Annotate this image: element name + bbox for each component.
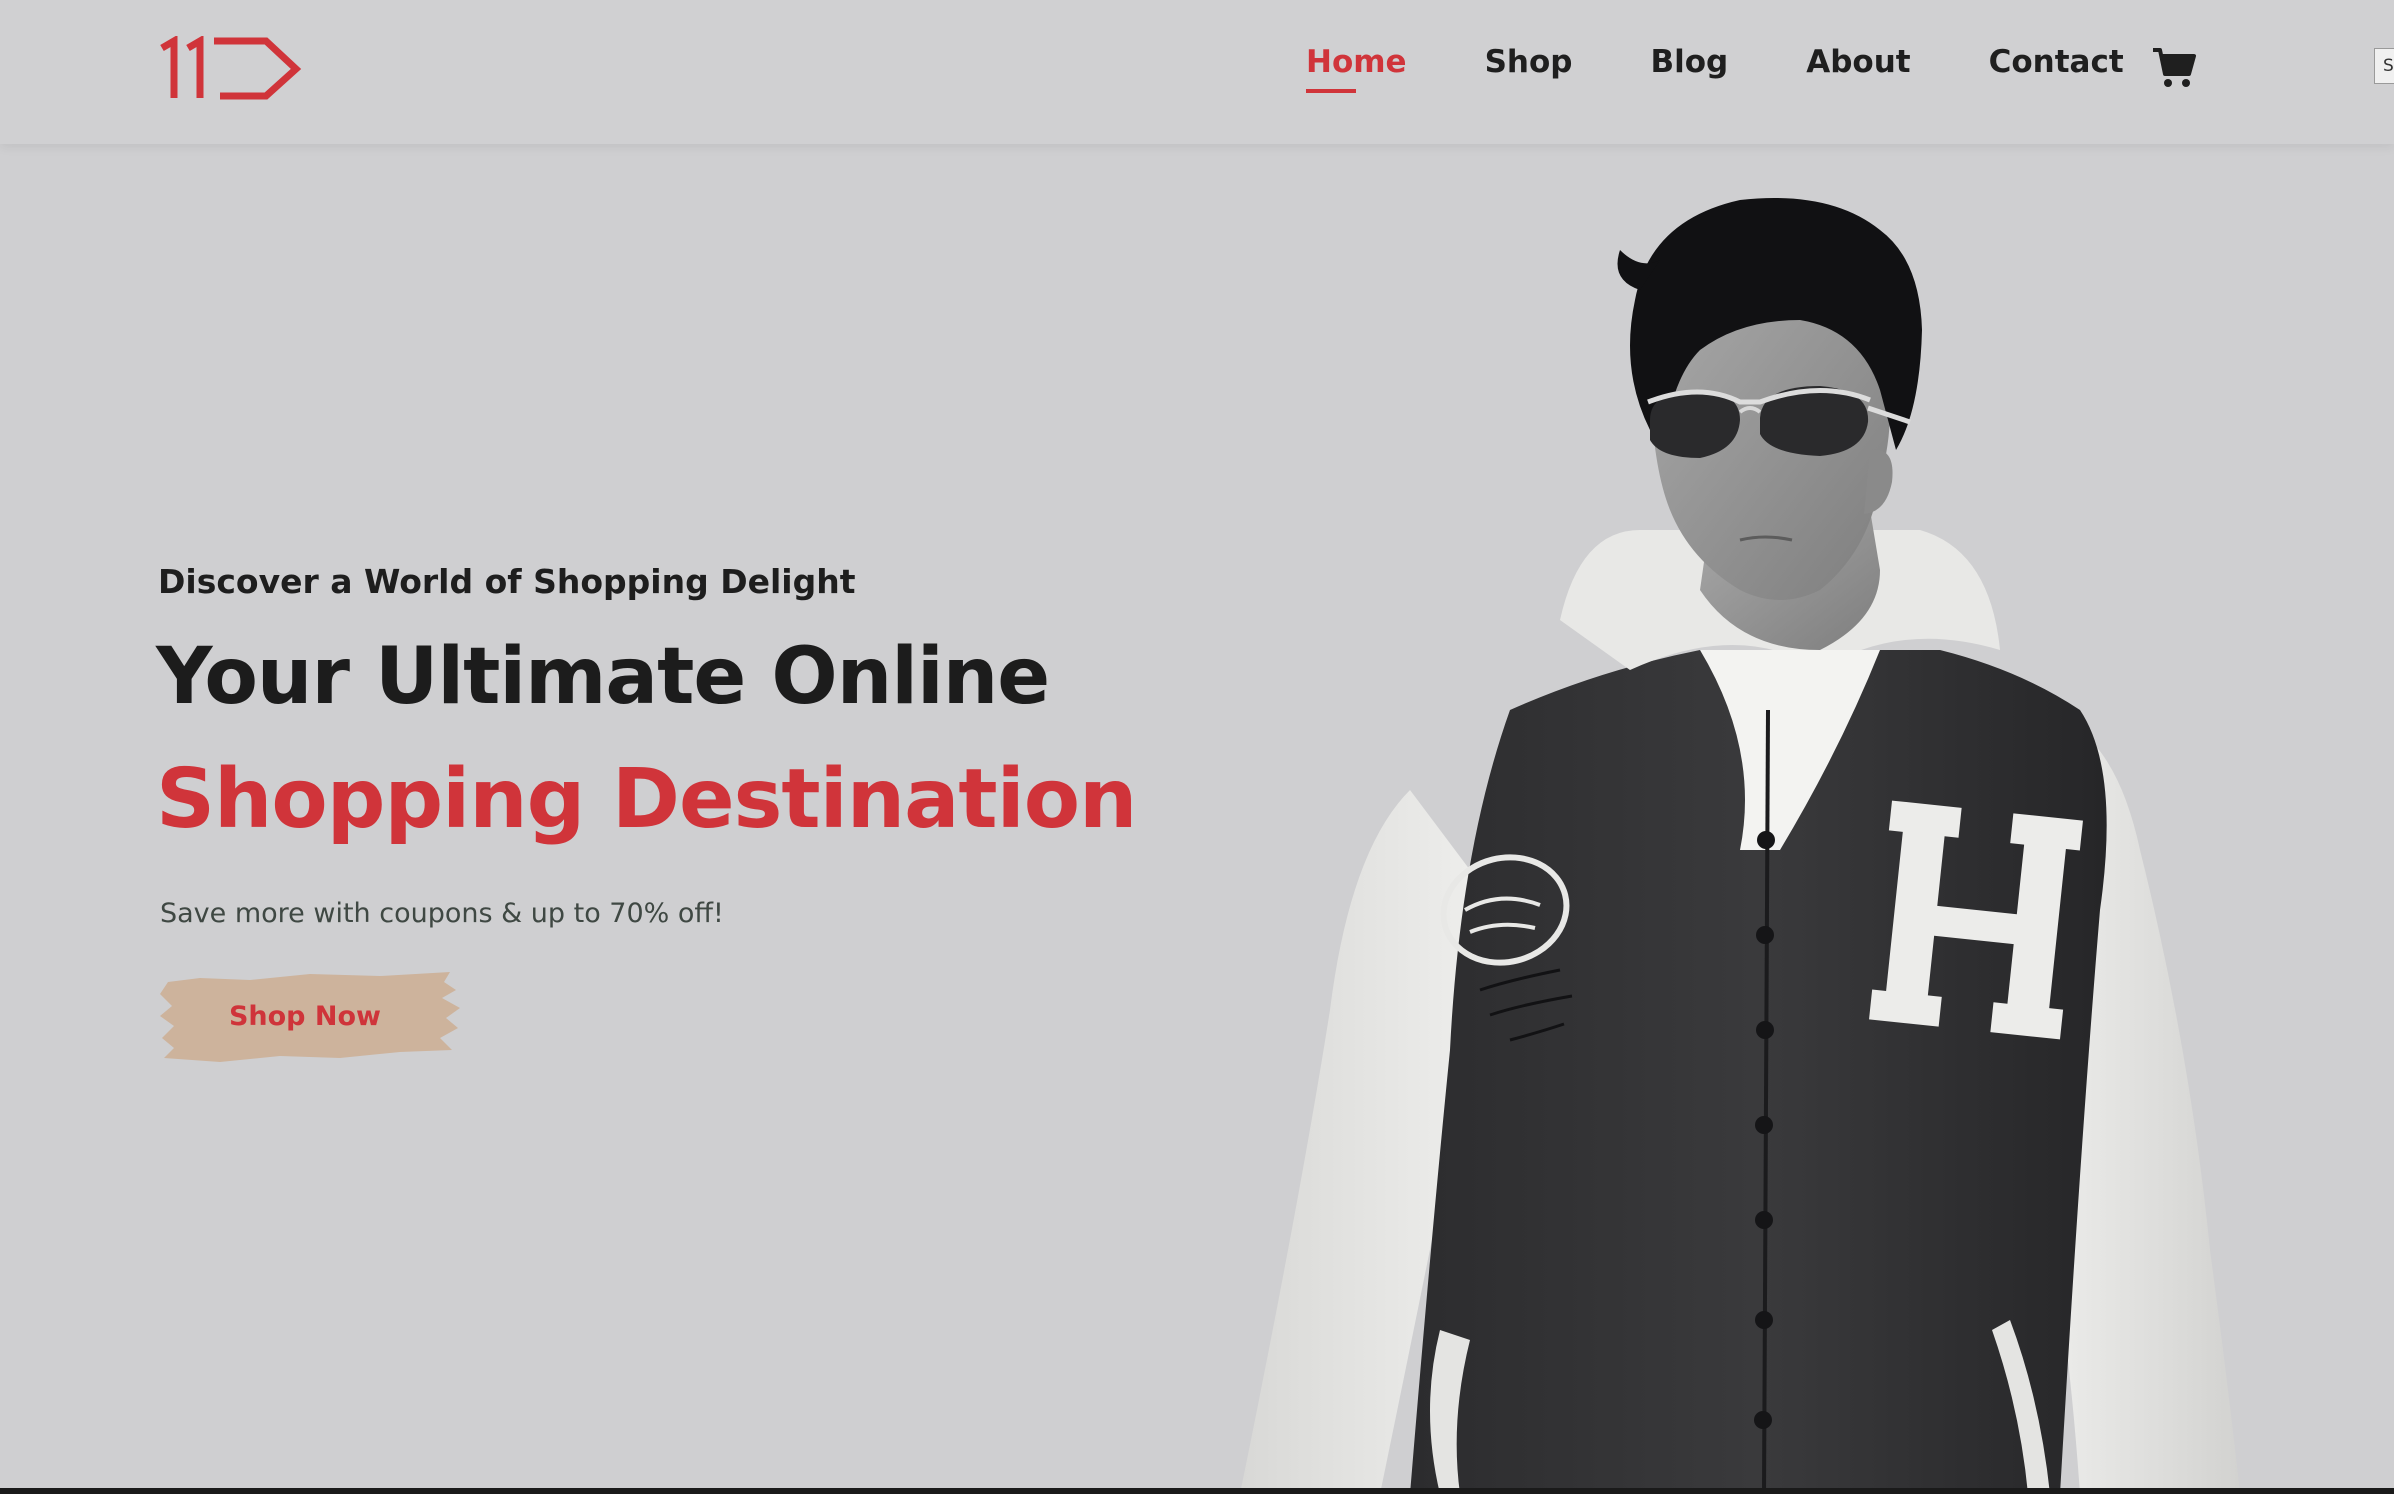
nav-contact[interactable]: Contact	[1989, 44, 2124, 81]
hero-headline-line2: Shopping Destination	[156, 752, 1137, 847]
hero-headline-line1: Your Ultimate Online	[156, 632, 1050, 722]
shop-now-label: Shop Now	[228, 1001, 382, 1032]
nav-blog[interactable]: Blog	[1650, 44, 1728, 81]
nav-home[interactable]: Home	[1306, 44, 1407, 94]
nav-shop[interactable]: Shop	[1485, 44, 1573, 81]
nav-contact-label: Contact	[1988, 44, 2124, 80]
nav-about-label: About	[1806, 44, 1911, 80]
cart-icon[interactable]	[2150, 44, 2198, 92]
hero-model-image	[1240, 198, 2240, 1494]
active-underline	[1306, 89, 1356, 94]
hero-eyebrow: Discover a World of Shopping Delight	[158, 562, 856, 601]
hero-tagline: Save more with coupons & up to 70% off!	[160, 898, 724, 929]
nav-home-label: Home	[1306, 44, 1407, 80]
site-header: Home Shop Blog About Contact S	[0, 0, 2394, 144]
shop-now-button[interactable]: Shop Now	[160, 968, 466, 1066]
nav-blog-label: Blog	[1650, 44, 1729, 80]
nav-about[interactable]: About	[1806, 44, 1910, 81]
brand-logo[interactable]	[158, 36, 304, 100]
page: Home Shop Blog About Contact S Discover …	[0, 0, 2394, 1494]
main-nav: Home Shop Blog About Contact	[1306, 44, 2202, 94]
nav-shop-label: Shop	[1484, 44, 1573, 80]
edge-tab[interactable]: S	[2374, 48, 2394, 84]
bottom-edge	[0, 1488, 2394, 1494]
